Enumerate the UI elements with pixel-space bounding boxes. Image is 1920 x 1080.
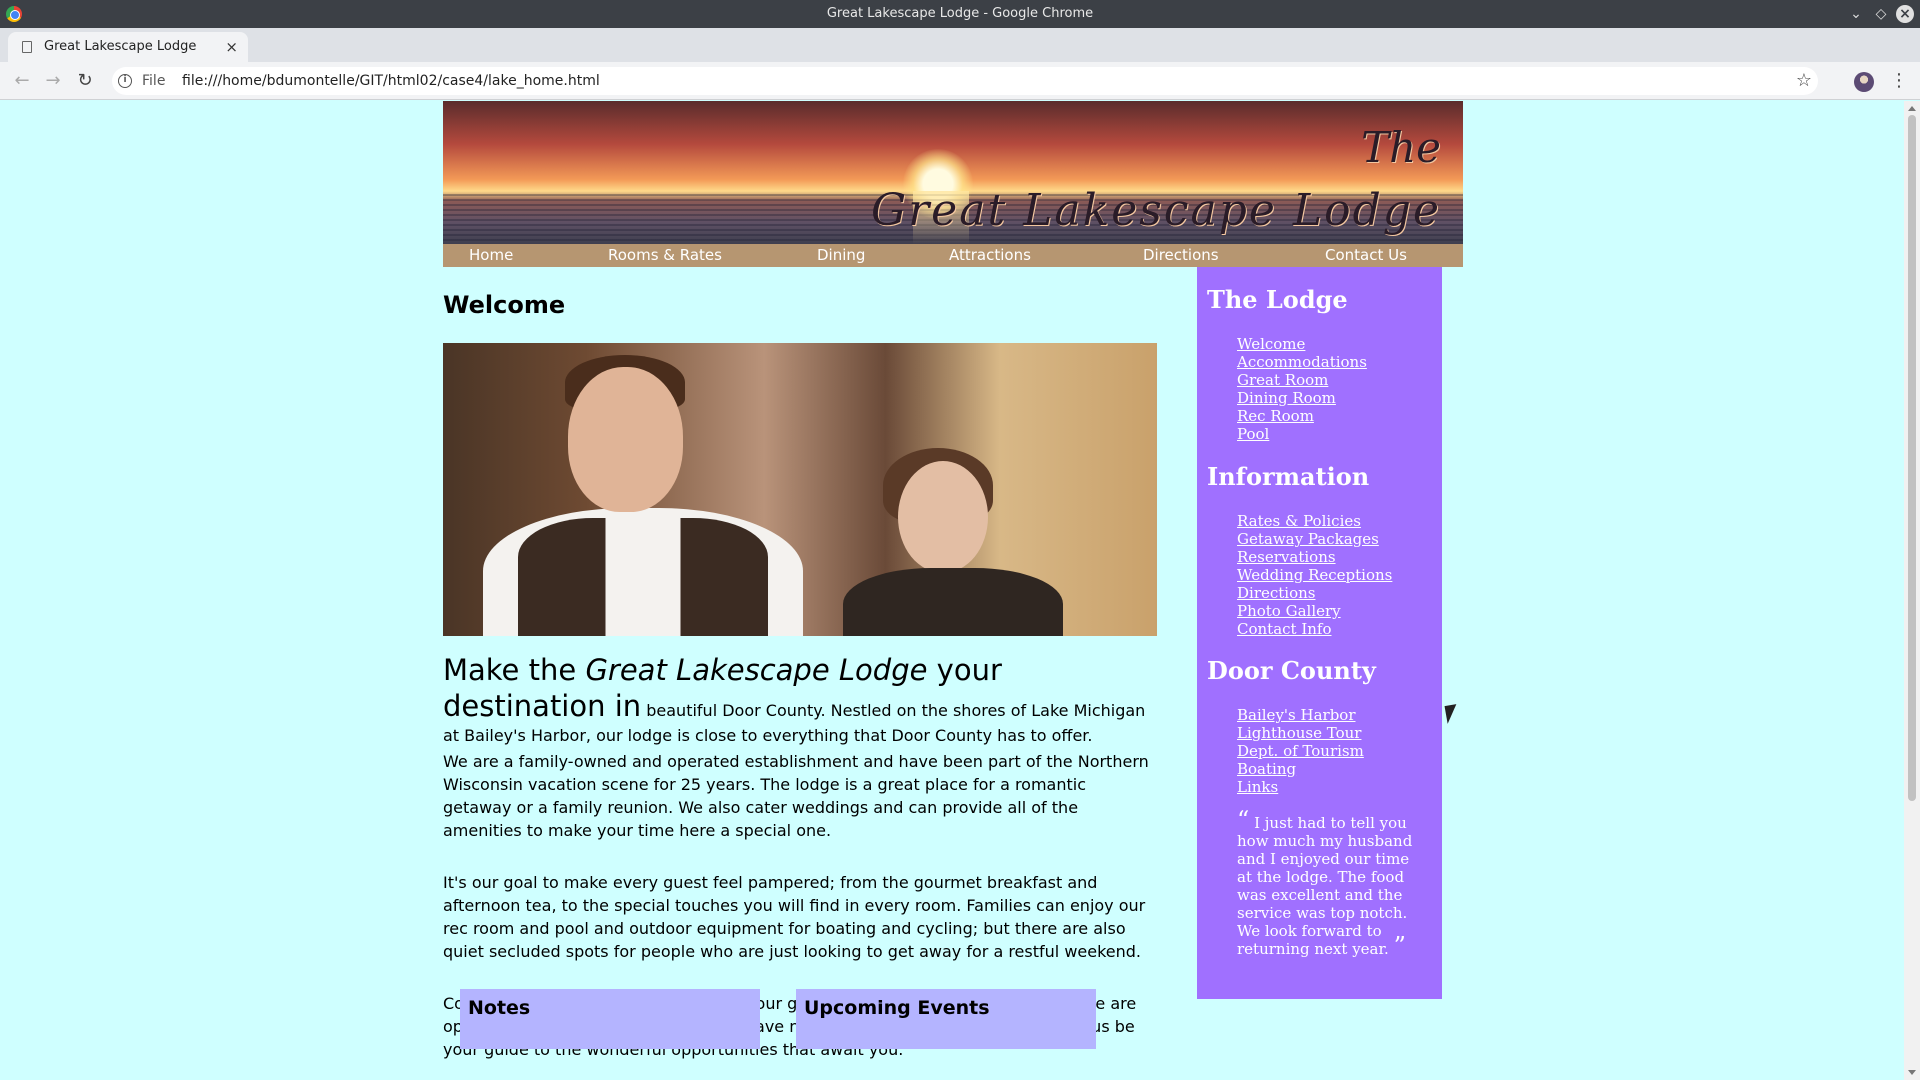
- link-links[interactable]: Links: [1237, 778, 1278, 796]
- list-item: Accommodations: [1237, 353, 1367, 371]
- list-item: Reservations: [1237, 548, 1392, 566]
- window-title: Great Lakescape Lodge - Google Chrome: [826, 6, 1094, 21]
- list-item: Getaway Packages: [1237, 530, 1392, 548]
- open-quote-icon: “: [1237, 806, 1250, 834]
- nav-dining[interactable]: Dining: [817, 244, 865, 267]
- lodge-links: Welcome Accommodations Great Room Dining…: [1237, 335, 1367, 443]
- upcoming-events-title: Upcoming Events: [804, 997, 990, 1019]
- address-bar[interactable]: i File file:///home/bdumontelle/GIT/html…: [112, 67, 1818, 95]
- link-reservations[interactable]: Reservations: [1237, 548, 1336, 566]
- guest-testimonial: “ I just had to tell you how much my hus…: [1237, 808, 1417, 960]
- list-item: Dining Room: [1237, 389, 1367, 407]
- bookmark-star-icon[interactable]: ☆: [1796, 67, 1812, 95]
- link-photo-gallery[interactable]: Photo Gallery: [1237, 602, 1341, 620]
- link-great-room[interactable]: Great Room: [1237, 371, 1328, 389]
- url-text[interactable]: file:///home/bdumontelle/GIT/html02/case…: [182, 67, 600, 95]
- reload-icon[interactable]: ↻: [73, 62, 97, 100]
- list-item: Directions: [1237, 584, 1392, 602]
- sidebar-heading-door-county: Door County: [1207, 656, 1376, 685]
- link-accommodations[interactable]: Accommodations: [1237, 353, 1367, 371]
- list-item: Contact Info: [1237, 620, 1392, 638]
- upcoming-events-box: Upcoming Events: [796, 989, 1096, 1049]
- list-item: Photo Gallery: [1237, 602, 1392, 620]
- logo-name: Great Lakescape Lodge: [871, 185, 1441, 236]
- scroll-up-icon[interactable]: [1908, 106, 1916, 111]
- list-item: Boating: [1237, 760, 1364, 778]
- browser-toolbar: ← → ↻ i File file:///home/bdumontelle/GI…: [0, 62, 1920, 100]
- sidebar: The Lodge Welcome Accommodations Great R…: [1197, 267, 1442, 999]
- maximize-icon[interactable]: ◇: [1871, 4, 1891, 24]
- link-dining-room[interactable]: Dining Room: [1237, 389, 1336, 407]
- nav-home[interactable]: Home: [469, 244, 513, 267]
- protocol-label: File: [142, 73, 166, 89]
- list-item: Welcome: [1237, 335, 1367, 353]
- site-info-icon[interactable]: i: [118, 74, 132, 88]
- nav-rooms-rates[interactable]: Rooms & Rates: [608, 244, 722, 267]
- link-getaway-packages[interactable]: Getaway Packages: [1237, 530, 1379, 548]
- list-item: Dept. of Tourism: [1237, 742, 1364, 760]
- link-contact-info[interactable]: Contact Info: [1237, 620, 1332, 638]
- profile-avatar[interactable]: [1854, 72, 1874, 92]
- window-titlebar: Great Lakescape Lodge - Google Chrome ⌄ …: [0, 0, 1920, 28]
- scrollbar-thumb[interactable]: [1908, 115, 1916, 801]
- page-scrollbar[interactable]: [1904, 101, 1920, 1080]
- link-boating[interactable]: Boating: [1237, 760, 1296, 778]
- link-baileys-harbor[interactable]: Bailey's Harbor: [1237, 706, 1356, 724]
- testimonial-text: I just had to tell you how much my husba…: [1237, 814, 1413, 958]
- tab-great-lakescape-lodge[interactable]: Great Lakescape Lodge ×: [8, 32, 248, 62]
- nav-directions[interactable]: Directions: [1143, 244, 1219, 267]
- intro-paragraph: Make the Great Lakescape Lodge your dest…: [443, 652, 1157, 747]
- list-item: Rec Room: [1237, 407, 1367, 425]
- link-pool[interactable]: Pool: [1237, 425, 1269, 443]
- notes-title: Notes: [468, 997, 531, 1019]
- back-icon[interactable]: ←: [10, 62, 34, 100]
- tab-strip: Great Lakescape Lodge × +: [0, 28, 1920, 85]
- page-icon: [22, 41, 32, 53]
- front-desk-photo: [443, 343, 1157, 636]
- close-window-icon[interactable]: ×: [1896, 5, 1914, 23]
- forward-icon[interactable]: →: [41, 62, 65, 100]
- information-links: Rates & Policies Getaway Packages Reserv…: [1237, 512, 1392, 638]
- sidebar-heading-lodge: The Lodge: [1207, 285, 1348, 314]
- link-rates-policies[interactable]: Rates & Policies: [1237, 512, 1361, 530]
- link-wedding-receptions[interactable]: Wedding Receptions: [1237, 566, 1392, 584]
- list-item: Rates & Policies: [1237, 512, 1392, 530]
- nav-contact-us[interactable]: Contact Us: [1325, 244, 1407, 267]
- nav-attractions[interactable]: Attractions: [949, 244, 1031, 267]
- photo-detail: [568, 367, 683, 512]
- sidebar-heading-information: Information: [1207, 462, 1370, 491]
- photo-detail: [843, 568, 1063, 636]
- list-item: Links: [1237, 778, 1364, 796]
- family-paragraph: We are a family-owned and operated estab…: [443, 752, 1149, 840]
- mouse-cursor-icon: [1444, 704, 1460, 724]
- list-item: Lighthouse Tour: [1237, 724, 1364, 742]
- intro-lead-italic: Great Lakescape Lodge: [585, 653, 928, 687]
- link-welcome[interactable]: Welcome: [1237, 335, 1305, 353]
- browser-menu-icon[interactable]: ⋮: [1890, 62, 1908, 100]
- photo-detail: [898, 461, 988, 573]
- notes-box: Notes: [460, 989, 760, 1049]
- photo-detail: [518, 518, 768, 636]
- pampered-paragraph: It's our goal to make every guest feel p…: [443, 873, 1146, 961]
- list-item: Pool: [1237, 425, 1367, 443]
- intro-lead-prefix: Make the: [443, 653, 586, 687]
- page-viewport: The Great Lakescape Lodge Home Rooms & R…: [0, 101, 1904, 1080]
- door-county-links: Bailey's Harbor Lighthouse Tour Dept. of…: [1237, 706, 1364, 796]
- page-title: Welcome: [443, 291, 566, 319]
- link-directions[interactable]: Directions: [1237, 584, 1316, 602]
- list-item: Great Room: [1237, 371, 1367, 389]
- tab-title: Great Lakescape Lodge: [44, 39, 197, 54]
- list-item: Bailey's Harbor: [1237, 706, 1364, 724]
- logo-the: The: [1361, 123, 1441, 172]
- link-dept-of-tourism[interactable]: Dept. of Tourism: [1237, 742, 1364, 760]
- minimize-icon[interactable]: ⌄: [1846, 4, 1866, 24]
- top-navigation: Home Rooms & Rates Dining Attractions Di…: [443, 244, 1463, 267]
- link-lighthouse-tour[interactable]: Lighthouse Tour: [1237, 724, 1361, 742]
- site-banner: The Great Lakescape Lodge: [443, 101, 1463, 244]
- link-rec-room[interactable]: Rec Room: [1237, 407, 1314, 425]
- list-item: Wedding Receptions: [1237, 566, 1392, 584]
- scroll-down-icon[interactable]: [1908, 1070, 1916, 1075]
- close-quote-icon: ”: [1393, 932, 1406, 960]
- tab-close-icon[interactable]: ×: [225, 32, 238, 62]
